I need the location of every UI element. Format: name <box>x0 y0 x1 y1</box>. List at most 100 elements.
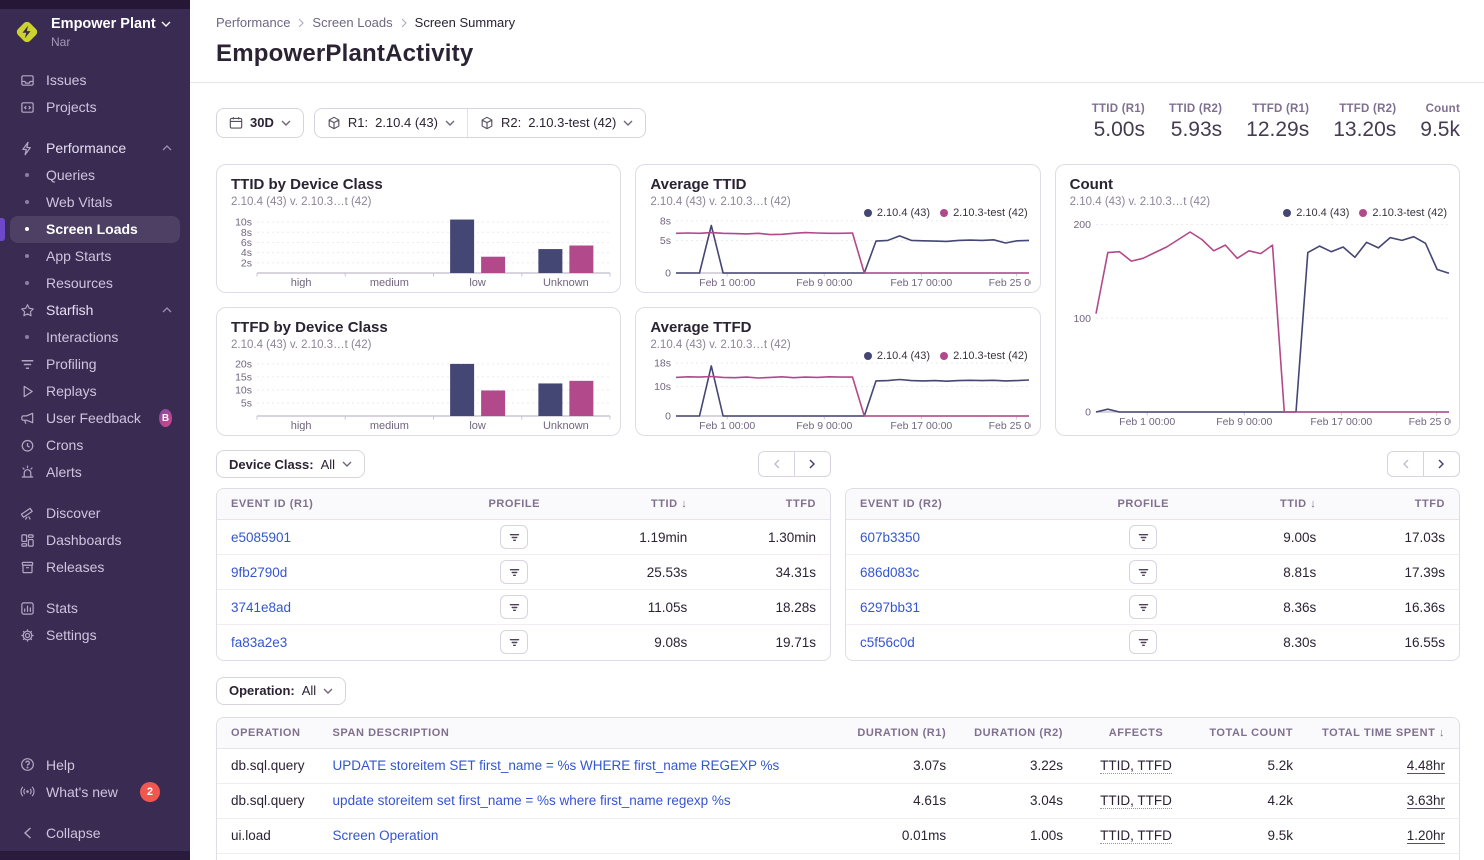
sidebar-item-app-starts[interactable]: App Starts <box>10 243 180 270</box>
device-class-label: Device Class: <box>229 457 314 472</box>
next-page-button[interactable] <box>794 451 831 477</box>
profile-button[interactable] <box>1129 630 1157 654</box>
column-header-ttfd[interactable]: TTFD <box>701 489 830 520</box>
sidebar-item-projects[interactable]: Projects <box>10 94 180 121</box>
table-row: db.sql.query update storeitem set first_… <box>217 783 1459 818</box>
performance-icon <box>18 141 36 156</box>
device-class-value: All <box>321 457 335 472</box>
sidebar-item-help[interactable]: Help <box>10 751 180 778</box>
profile-button[interactable] <box>500 560 528 584</box>
legend-item-r2[interactable]: 2.10.3-test (42) <box>1359 207 1447 219</box>
affects-value[interactable]: TTID, TTFD <box>1100 828 1172 844</box>
date-range-button[interactable]: 30D <box>216 108 304 138</box>
breadcrumb-performance[interactable]: Performance <box>216 15 290 30</box>
filter-row: 30D R1: 2.10.4 (43) R2: 2.10.3-test (42) <box>216 103 1460 142</box>
prev-page-button[interactable] <box>1387 451 1424 477</box>
legend-item-r1[interactable]: 2.10.4 (43) <box>1283 207 1349 219</box>
event-id-link[interactable]: 607b3350 <box>860 530 920 545</box>
count-card: Count 2.10.4 (43) v. 2.10.3…t (42) 2.10.… <box>1055 164 1460 436</box>
profile-button[interactable] <box>1129 595 1157 619</box>
sidebar-item-resources[interactable]: Resources <box>10 270 180 297</box>
svg-text:0: 0 <box>1085 407 1091 419</box>
svg-text:Feb 17 00:00: Feb 17 00:00 <box>1310 416 1372 427</box>
sidebar-item-releases[interactable]: Releases <box>10 554 180 581</box>
column-header-ttid-sorted[interactable]: TTID ↓ <box>579 489 702 520</box>
event-table-r1: EVENT ID (R1) PROFILE TTID ↓ TTFD e50859… <box>216 488 831 661</box>
sidebar-item-discover[interactable]: Discover <box>10 500 180 527</box>
sidebar-collapse-button[interactable]: Collapse <box>10 819 180 846</box>
event-id-link[interactable]: 9fb2790d <box>231 565 287 580</box>
ttfd-value: 17.39s <box>1330 555 1459 590</box>
total-time-link[interactable]: 3.63hr <box>1407 793 1445 809</box>
release-r2-button[interactable]: R2: 2.10.3-test (42) <box>467 109 645 137</box>
avg-ttid-plot[interactable]: 05s8sFeb 1 00:00Feb 9 00:00Feb 17 00:00F… <box>646 211 1031 288</box>
sidebar-item-interactions[interactable]: Interactions <box>10 324 180 351</box>
total-time-link[interactable]: 1.20hr <box>1407 828 1445 844</box>
column-header-event-id: EVENT ID (R2) <box>846 489 1079 520</box>
total-time-link[interactable]: 4.48hr <box>1407 758 1445 774</box>
total-count-value: 4.2k <box>1195 783 1307 818</box>
profiling-icon <box>1137 566 1150 579</box>
device-class-filter-button[interactable]: Device Class: All <box>216 450 365 478</box>
profile-button[interactable] <box>500 525 528 549</box>
legend-item-r1[interactable]: 2.10.4 (43) <box>864 207 930 219</box>
span-description-link[interactable]: update storeitem set first_name = %s whe… <box>333 793 731 808</box>
sidebar-item-whats-new[interactable]: What's new 2 <box>10 778 180 805</box>
sidebar-item-user-feedback[interactable]: User Feedback B <box>10 405 180 432</box>
affects-value[interactable]: TTID, TTFD <box>1100 793 1172 809</box>
sidebar-item-web-vitals[interactable]: Web Vitals <box>10 189 180 216</box>
column-header-ttid-sorted[interactable]: TTID ↓ <box>1208 489 1331 520</box>
release-r1-button[interactable]: R1: 2.10.4 (43) <box>315 109 467 137</box>
ttid-device-plot[interactable]: 2s4s6s8s10shighmediumlowUnknown <box>227 211 612 288</box>
span-description-link[interactable]: Screen Operation <box>333 828 439 843</box>
org-switcher[interactable]: Empower Plant Nar <box>0 0 190 51</box>
prev-page-button[interactable] <box>758 451 795 477</box>
star-icon <box>18 303 36 318</box>
duration-r1-value: 0.01ms <box>843 818 960 853</box>
profile-button[interactable] <box>500 630 528 654</box>
profile-button[interactable] <box>1129 525 1157 549</box>
legend-item-r2[interactable]: 2.10.3-test (42) <box>940 350 1028 362</box>
sidebar-item-settings[interactable]: Settings <box>10 622 180 649</box>
column-header-total-time-sorted[interactable]: TOTAL TIME SPENT ↓ <box>1307 718 1459 749</box>
sidebar-item-stats[interactable]: Stats <box>10 595 180 622</box>
sidebar-item-starfish[interactable]: Starfish <box>10 297 180 324</box>
sidebar-item-queries[interactable]: Queries <box>10 162 180 189</box>
legend-item-r2[interactable]: 2.10.3-test (42) <box>940 207 1028 219</box>
profile-button[interactable] <box>1129 560 1157 584</box>
svg-text:10s: 10s <box>654 381 671 393</box>
summary-metrics: TTID (R1)5.00s TTID (R2)5.93s TTFD (R1)1… <box>1092 103 1460 142</box>
column-header-event-id: EVENT ID (R1) <box>217 489 450 520</box>
span-description-link[interactable]: UPDATE storeitem SET first_name = %s WHE… <box>333 758 780 773</box>
ttid-value: 25.53s <box>579 555 702 590</box>
profiling-icon <box>1137 601 1150 614</box>
event-id-link[interactable]: fa83a2e3 <box>231 635 287 650</box>
event-id-link[interactable]: 3741e8ad <box>231 600 291 615</box>
count-plot[interactable]: 0100200Feb 1 00:00Feb 9 00:00Feb 17 00:0… <box>1066 211 1451 427</box>
event-id-link[interactable]: 6297bb31 <box>860 600 920 615</box>
sidebar-item-issues[interactable]: Issues <box>10 67 180 94</box>
chart-title: TTID by Device Class <box>231 176 606 193</box>
legend-item-r1[interactable]: 2.10.4 (43) <box>864 350 930 362</box>
releases-icon <box>18 560 36 575</box>
event-id-link[interactable]: e5085901 <box>231 530 291 545</box>
sidebar-item-replays[interactable]: Replays <box>10 378 180 405</box>
sidebar-item-crons[interactable]: Crons <box>10 432 180 459</box>
ttfd-device-plot[interactable]: 5s10s15s20shighmediumlowUnknown <box>227 354 612 431</box>
profile-button[interactable] <box>500 595 528 619</box>
broadcast-icon <box>18 784 36 799</box>
event-id-link[interactable]: 686d083c <box>860 565 919 580</box>
gear-icon <box>18 628 36 643</box>
sidebar-item-dashboards[interactable]: Dashboards <box>10 527 180 554</box>
operation-filter-button[interactable]: Operation: All <box>216 677 346 705</box>
next-page-button[interactable] <box>1423 451 1460 477</box>
affects-value[interactable]: TTID, TTFD <box>1100 758 1172 774</box>
column-header-ttfd[interactable]: TTFD <box>1330 489 1459 520</box>
event-id-link[interactable]: c5f56c0d <box>860 635 915 650</box>
avg-ttfd-plot[interactable]: 010s18sFeb 1 00:00Feb 9 00:00Feb 17 00:0… <box>646 354 1031 431</box>
sidebar-item-performance[interactable]: Performance <box>10 135 180 162</box>
sidebar-item-screen-loads[interactable]: Screen Loads <box>10 216 180 243</box>
breadcrumb-screen-loads[interactable]: Screen Loads <box>312 15 392 30</box>
sidebar-item-profiling[interactable]: Profiling <box>10 351 180 378</box>
sidebar-item-alerts[interactable]: Alerts <box>10 459 180 486</box>
